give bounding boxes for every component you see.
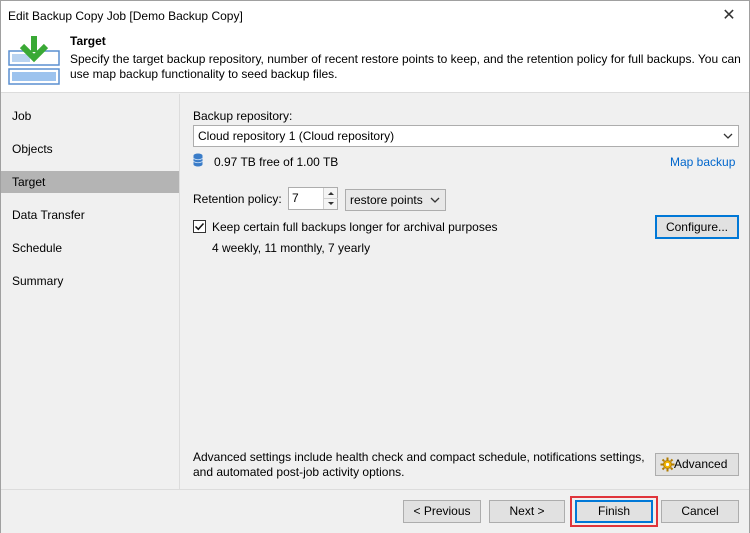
- stepper-arrows-icon[interactable]: [323, 188, 338, 209]
- step-description: Specify the target backup repository, nu…: [70, 52, 741, 81]
- archival-retention-summary: 4 weekly, 11 monthly, 7 yearly: [212, 241, 371, 255]
- gear-icon: [660, 457, 675, 472]
- repository-dropdown[interactable]: Cloud repository 1 (Cloud repository): [193, 125, 739, 147]
- next-button[interactable]: Next >: [489, 500, 565, 523]
- keep-full-backups-label: Keep certain full backups longer for arc…: [212, 220, 498, 234]
- sidebar-item-objects[interactable]: Objects: [1, 138, 179, 160]
- sidebar-item-summary[interactable]: Summary: [1, 270, 179, 292]
- advanced-button-label: Advanced: [674, 457, 728, 471]
- sidebar-item-data-transfer[interactable]: Data Transfer: [1, 204, 179, 226]
- backup-copy-download-icon: [7, 33, 61, 89]
- wizard-steps-sidebar: Job Objects Target Data Transfer Schedul…: [1, 94, 180, 489]
- target-settings-panel: Backup repository: Cloud repository 1 (C…: [181, 94, 749, 489]
- title-bar: Edit Backup Copy Job [Demo Backup Copy] …: [1, 1, 749, 31]
- wizard-header: Target Specify the target backup reposit…: [1, 31, 749, 93]
- retention-unit-value: restore points: [350, 193, 423, 207]
- database-icon: [193, 153, 203, 167]
- finish-highlight-box: [570, 496, 658, 527]
- retention-points-value: 7: [292, 191, 299, 205]
- retention-points-stepper[interactable]: 7: [288, 187, 338, 210]
- repository-value: Cloud repository 1 (Cloud repository): [198, 129, 395, 143]
- map-backup-link[interactable]: Map backup: [670, 155, 735, 169]
- repository-free-space: 0.97 TB free of 1.00 TB: [214, 155, 339, 169]
- sidebar-item-target[interactable]: Target: [1, 171, 179, 193]
- chevron-down-icon: [723, 126, 733, 146]
- window-title: Edit Backup Copy Job [Demo Backup Copy]: [8, 9, 243, 23]
- close-icon[interactable]: ✕: [719, 6, 739, 26]
- retention-policy-label: Retention policy:: [193, 192, 282, 206]
- previous-button[interactable]: < Previous: [403, 500, 481, 523]
- cancel-button[interactable]: Cancel: [661, 500, 739, 523]
- keep-full-backups-checkbox[interactable]: [193, 220, 206, 233]
- sidebar-item-schedule[interactable]: Schedule: [1, 237, 179, 259]
- step-title: Target: [70, 34, 106, 48]
- retention-unit-dropdown[interactable]: restore points: [345, 189, 446, 211]
- advanced-button[interactable]: Advanced: [655, 453, 739, 476]
- wizard-footer: < Previous Next > Finish Cancel: [1, 489, 749, 533]
- configure-button[interactable]: Configure...: [655, 215, 739, 239]
- sidebar-item-job[interactable]: Job: [1, 105, 179, 127]
- advanced-settings-description: Advanced settings include health check a…: [193, 450, 645, 479]
- chevron-down-icon: [430, 190, 440, 210]
- dialog-window: Edit Backup Copy Job [Demo Backup Copy] …: [0, 0, 750, 533]
- repository-label: Backup repository:: [193, 109, 293, 123]
